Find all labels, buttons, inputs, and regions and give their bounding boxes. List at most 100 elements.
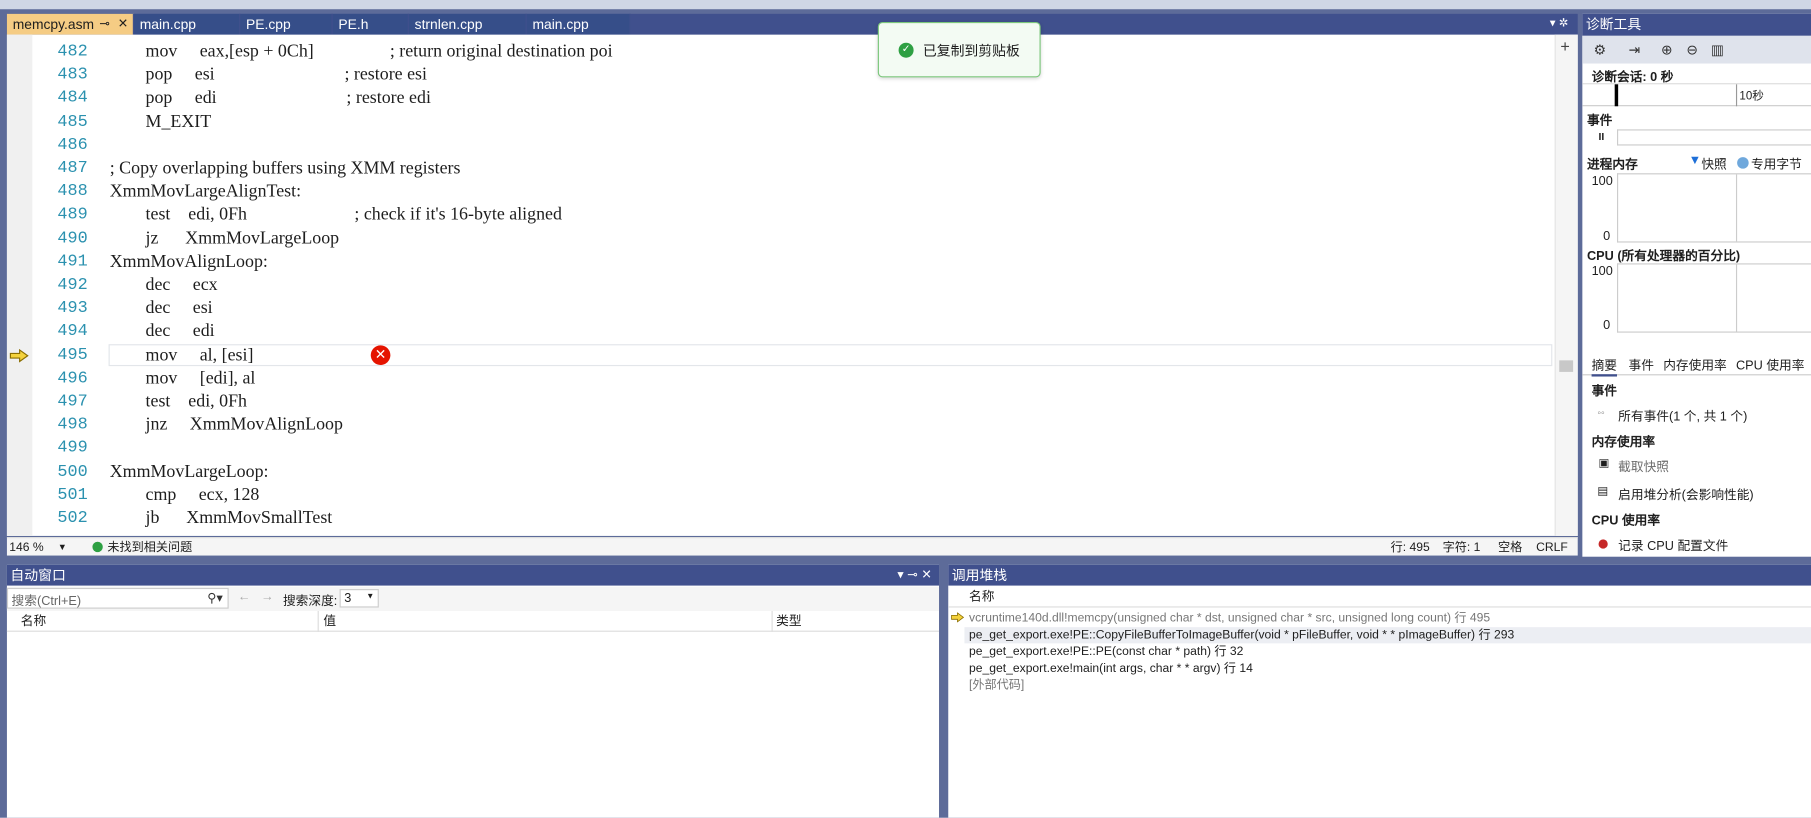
code-area[interactable]: 482 mov eax,[esp + 0Ch] ; return origina…	[32, 35, 1554, 536]
col-name[interactable]: 名称	[969, 587, 994, 608]
search-input[interactable]: 搜索(Ctrl+E) ⚲▾	[6, 587, 229, 609]
code-text[interactable]: mov eax,[esp + 0Ch] ; return original de…	[110, 40, 613, 63]
col-divider[interactable]	[771, 610, 773, 632]
code-text[interactable]: jz XmmMovLargeLoop	[110, 227, 340, 250]
timeline-ruler[interactable]: 10秒	[1582, 83, 1811, 107]
events-icon: ◦◦	[1597, 406, 1605, 419]
code-line[interactable]: 491 XmmMovAlignLoop:	[32, 250, 1554, 273]
tab-memcpy-asm[interactable]: memcpy.asm ⊸ ✕	[6, 13, 134, 35]
all-events-link[interactable]: 所有事件(1 个, 共 1 个)	[1618, 407, 1747, 425]
line-ending-indicator[interactable]: CRLF	[1536, 538, 1568, 556]
call-stack-frame[interactable]: pe_get_export.exe!PE::CopyFileBufferToIm…	[969, 627, 1514, 643]
code-line[interactable]: 501 cmp ecx, 128	[32, 484, 1554, 507]
tab-pe-cpp[interactable]: PE.cpp	[240, 13, 333, 35]
code-line[interactable]: 494 dec edi	[32, 320, 1554, 343]
zoom-out-icon[interactable]: ⊖	[1683, 40, 1701, 58]
code-text[interactable]: pop edi ; restore edi	[110, 87, 431, 110]
issues-status[interactable]: 未找到相关问题	[107, 538, 192, 556]
code-text[interactable]: jnz XmmMovAlignLoop	[110, 414, 343, 437]
code-line[interactable]: 500 XmmMovLargeLoop:	[32, 460, 1554, 483]
breakpoint-gutter[interactable]	[6, 34, 33, 536]
code-line[interactable]: 496 mov [edi], al	[32, 367, 1554, 390]
code-line[interactable]: 484 pop edi ; restore edi	[32, 87, 1554, 110]
split-icon[interactable]: +	[1560, 37, 1569, 55]
code-text[interactable]: mov [edi], al	[110, 367, 256, 390]
call-stack-row[interactable]	[964, 677, 1811, 693]
code-line[interactable]: 493 dec esi	[32, 297, 1554, 320]
code-editor[interactable]: 482 mov eax,[esp + 0Ch] ; return origina…	[6, 34, 1578, 536]
code-text[interactable]: pop esi ; restore esi	[110, 64, 427, 87]
call-stack-frame[interactable]: [外部代码]	[969, 677, 1024, 693]
code-line[interactable]: 492 dec ecx	[32, 274, 1554, 297]
vertical-scrollbar[interactable]: +	[1554, 34, 1578, 536]
tab-summary[interactable]: 摘要	[1591, 356, 1617, 377]
zoom-dropdown-icon[interactable]: ▼	[58, 538, 67, 556]
tab-main-cpp[interactable]: main.cpp	[133, 13, 241, 35]
scroll-thumb[interactable]	[1559, 360, 1574, 372]
code-text[interactable]: cmp ecx, 128	[110, 484, 260, 507]
zoom-level[interactable]: 146 %	[9, 538, 43, 556]
record-cpu-profile-button[interactable]: 记录 CPU 配置文件	[1618, 536, 1728, 554]
forward-arrow-icon[interactable]: →	[261, 590, 274, 604]
code-text[interactable]: test edi, 0Fh	[110, 390, 247, 413]
code-line[interactable]: 487 ; Copy overlapping buffers using XMM …	[32, 157, 1554, 180]
exception-error-icon[interactable]: ✕	[370, 344, 391, 365]
events-section-label[interactable]: 事件	[1587, 111, 1612, 129]
code-line[interactable]: 499	[32, 437, 1554, 460]
col-name[interactable]: 名称	[21, 611, 46, 632]
chart-icon[interactable]: ▥	[1708, 40, 1726, 58]
call-stack-frame[interactable]: pe_get_export.exe!main(int args, char * …	[969, 660, 1253, 676]
char-indicator[interactable]: 字符: 1	[1443, 538, 1481, 556]
code-text[interactable]: XmmMovLargeLoop:	[110, 460, 269, 483]
call-stack-frame[interactable]: pe_get_export.exe!PE::PE(const char * pa…	[969, 644, 1243, 660]
code-text[interactable]: dec edi	[110, 320, 215, 343]
code-line[interactable]: 489 test edi, 0Fh ; check if it's 16-byt…	[32, 204, 1554, 227]
tab-cpu-usage[interactable]: CPU 使用率	[1736, 356, 1804, 374]
code-text[interactable]: jb XmmMovSmallTest	[110, 507, 333, 530]
tab-overflow-settings[interactable]: ▾ ✲	[1550, 14, 1569, 35]
code-line[interactable]: 495 mov al, [esi] ✕	[32, 343, 1554, 367]
col-divider[interactable]	[317, 610, 319, 632]
code-text[interactable]: mov al, [esi]	[110, 344, 254, 367]
code-text[interactable]: XmmMovLargeAlignTest:	[110, 180, 301, 203]
call-stack-frame[interactable]: vcruntime140d.dll!memcpy(unsigned char *…	[969, 610, 1490, 626]
process-memory-label[interactable]: 进程内存	[1587, 155, 1638, 173]
zoom-in-icon[interactable]: ⊕	[1657, 40, 1675, 58]
code-text[interactable]: XmmMovAlignLoop:	[110, 250, 268, 273]
code-line[interactable]: 488 XmmMovLargeAlignTest:	[32, 180, 1554, 203]
col-type[interactable]: 类型	[776, 611, 801, 632]
tab-main-cpp-2[interactable]: main.cpp	[526, 13, 631, 35]
tab-strnlen-cpp[interactable]: strnlen.cpp	[408, 13, 527, 35]
tab-events[interactable]: 事件	[1629, 356, 1654, 374]
tab-pe-h[interactable]: PE.h	[332, 13, 409, 35]
take-snapshot-button[interactable]: 截取快照	[1618, 457, 1669, 475]
pin-icon[interactable]: ⊸	[99, 14, 110, 35]
code-line[interactable]: 502 jb XmmMovSmallTest	[32, 507, 1554, 530]
panel-window-controls[interactable]: ▾ ⊸ ✕	[897, 565, 932, 586]
code-line[interactable]: 483 pop esi ; restore esi	[32, 64, 1554, 87]
gear-icon[interactable]: ⚙	[1590, 40, 1608, 58]
search-icon[interactable]: ⚲▾	[207, 590, 223, 605]
tab-memory-usage[interactable]: 内存使用率	[1663, 356, 1727, 374]
code-line[interactable]: 498 jnz XmmMovAlignLoop	[32, 414, 1554, 437]
code-line[interactable]: 490 jz XmmMovLargeLoop	[32, 227, 1554, 250]
col-value[interactable]: 值	[323, 611, 336, 632]
code-line[interactable]: 485 M_EXIT	[32, 110, 1554, 133]
code-line[interactable]: 497 test edi, 0Fh	[32, 390, 1554, 413]
cpu-chart-label[interactable]: CPU (所有处理器的百分比)	[1587, 246, 1740, 264]
code-line[interactable]: 482 mov eax,[esp + 0Ch] ; return origina…	[32, 40, 1554, 63]
code-text[interactable]: dec ecx	[110, 274, 218, 297]
code-line[interactable]: 486	[32, 134, 1554, 157]
heap-analysis-button[interactable]: 启用堆分析(会影响性能)	[1618, 485, 1754, 503]
code-text[interactable]: M_EXIT	[110, 110, 212, 133]
search-depth-select[interactable]: 3 ▼	[339, 589, 379, 608]
export-icon[interactable]: ⇥	[1625, 40, 1643, 58]
line-indicator[interactable]: 行: 495	[1391, 538, 1430, 556]
back-arrow-icon[interactable]: ←	[238, 590, 251, 604]
pause-icon[interactable]: II	[1599, 131, 1605, 143]
code-text[interactable]: dec esi	[110, 297, 213, 320]
whitespace-indicator[interactable]: 空格	[1498, 538, 1522, 556]
code-text[interactable]: test edi, 0Fh ; check if it's 16-byte al…	[110, 204, 562, 227]
close-icon[interactable]: ✕	[118, 14, 129, 35]
code-text[interactable]: ; Copy overlapping buffers using XMM reg…	[110, 157, 461, 180]
